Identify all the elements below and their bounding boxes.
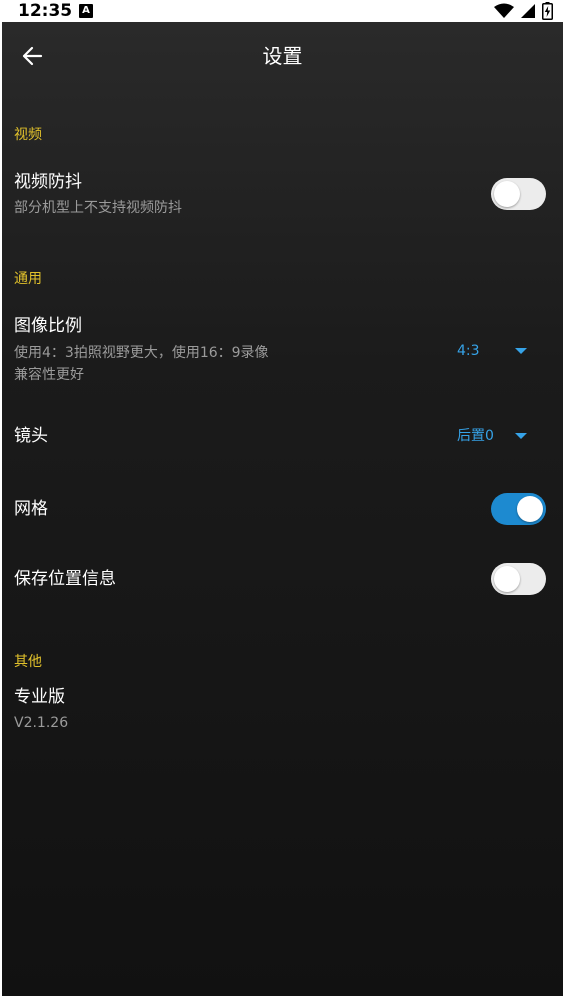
save-location-switch[interactable] bbox=[491, 563, 546, 595]
app-bar: 设置 bbox=[2, 22, 563, 88]
pref-title: 图像比例 bbox=[14, 316, 82, 336]
page-title: 设置 bbox=[262, 44, 303, 68]
switch-knob bbox=[494, 566, 520, 592]
caret-down-icon bbox=[515, 348, 527, 354]
pref-title: 网格 bbox=[14, 499, 48, 519]
pref-title: 镜头 bbox=[14, 426, 48, 446]
notification-badge: A bbox=[79, 4, 93, 18]
status-icons bbox=[494, 1, 553, 21]
status-time: 12:35 bbox=[18, 1, 73, 21]
settings-screen: 设置 视频 视频防抖 部分机型上不支持视频防抖 通用 图像比例 使用4：3拍照视… bbox=[2, 22, 563, 996]
switch-knob bbox=[494, 181, 520, 207]
pref-title: 视频防抖 bbox=[14, 172, 82, 192]
battery-charging-icon bbox=[542, 2, 553, 20]
dropdown-value: 后置0 bbox=[457, 428, 494, 444]
caret-down-icon bbox=[515, 433, 527, 439]
version-label: V2.1.26 bbox=[14, 715, 69, 731]
grid-switch[interactable] bbox=[491, 493, 546, 525]
section-header-other: 其他 bbox=[14, 654, 42, 670]
pref-title: 保存位置信息 bbox=[14, 569, 116, 589]
section-header-video: 视频 bbox=[14, 127, 42, 143]
pref-summary-line2: 兼容性更好 bbox=[14, 367, 84, 383]
pref-summary-line1: 使用4：3拍照视野更大，使用16：9录像 bbox=[14, 345, 269, 361]
video-stabilization-switch[interactable] bbox=[491, 178, 546, 210]
dropdown-value: 4:3 bbox=[457, 343, 480, 359]
section-header-general: 通用 bbox=[14, 271, 42, 287]
pref-title: 专业版 bbox=[14, 687, 65, 707]
aspect-ratio-dropdown[interactable]: 4:3 bbox=[457, 341, 533, 361]
wifi-icon bbox=[494, 3, 514, 18]
status-bar: 12:35 A bbox=[0, 0, 565, 22]
pref-summary: 部分机型上不支持视频防抖 bbox=[14, 200, 182, 216]
switch-knob bbox=[517, 496, 543, 522]
lens-dropdown[interactable]: 后置0 bbox=[457, 426, 533, 446]
signal-icon bbox=[521, 4, 535, 18]
